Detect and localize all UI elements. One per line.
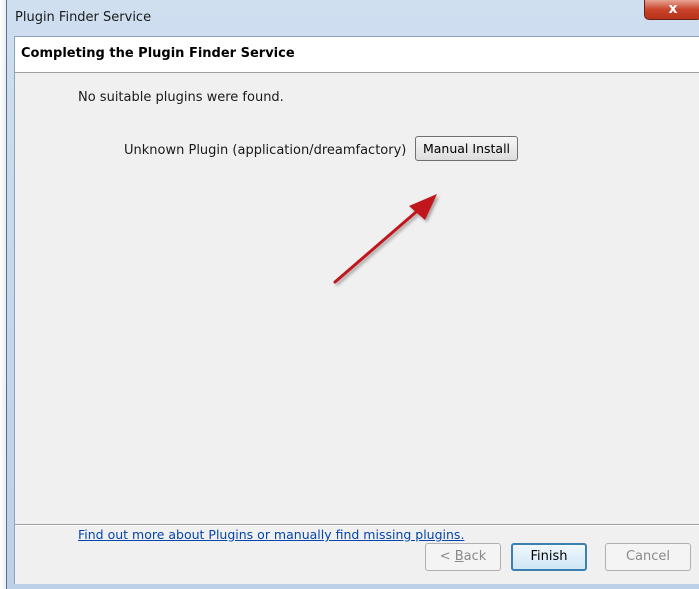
status-message: No suitable plugins were found.	[78, 90, 284, 105]
finish-button[interactable]: Finish	[511, 543, 587, 571]
back-button[interactable]: < Back	[425, 543, 501, 571]
back-label-rest: ack	[463, 549, 487, 564]
title-bar[interactable]: Plugin Finder Service x	[7, 0, 699, 36]
page-title: Completing the Plugin Finder Service	[21, 46, 295, 61]
dialog-window: Plugin Finder Service x Completing the P…	[6, 0, 699, 589]
manual-install-button[interactable]: Manual Install	[415, 136, 518, 161]
red-arrow-icon	[333, 194, 437, 284]
plugins-help-link[interactable]: Find out more about Plugins or manually …	[78, 527, 464, 542]
close-button[interactable]: x	[644, 0, 699, 20]
back-label-prefix: <	[439, 549, 455, 564]
plugin-name-label: Unknown Plugin (application/dreamfactory…	[124, 143, 407, 158]
close-icon: x	[668, 1, 678, 17]
window-bottom-frame	[7, 584, 699, 589]
footer-divider	[15, 524, 699, 526]
dialog-client-area: Completing the Plugin Finder Service No …	[14, 36, 699, 585]
wizard-content: No suitable plugins were found. Unknown …	[15, 73, 699, 542]
cancel-button[interactable]: Cancel	[605, 543, 691, 571]
window-title: Plugin Finder Service	[15, 10, 152, 25]
back-label-accelerator: B	[454, 549, 464, 564]
wizard-header: Completing the Plugin Finder Service	[15, 37, 699, 73]
